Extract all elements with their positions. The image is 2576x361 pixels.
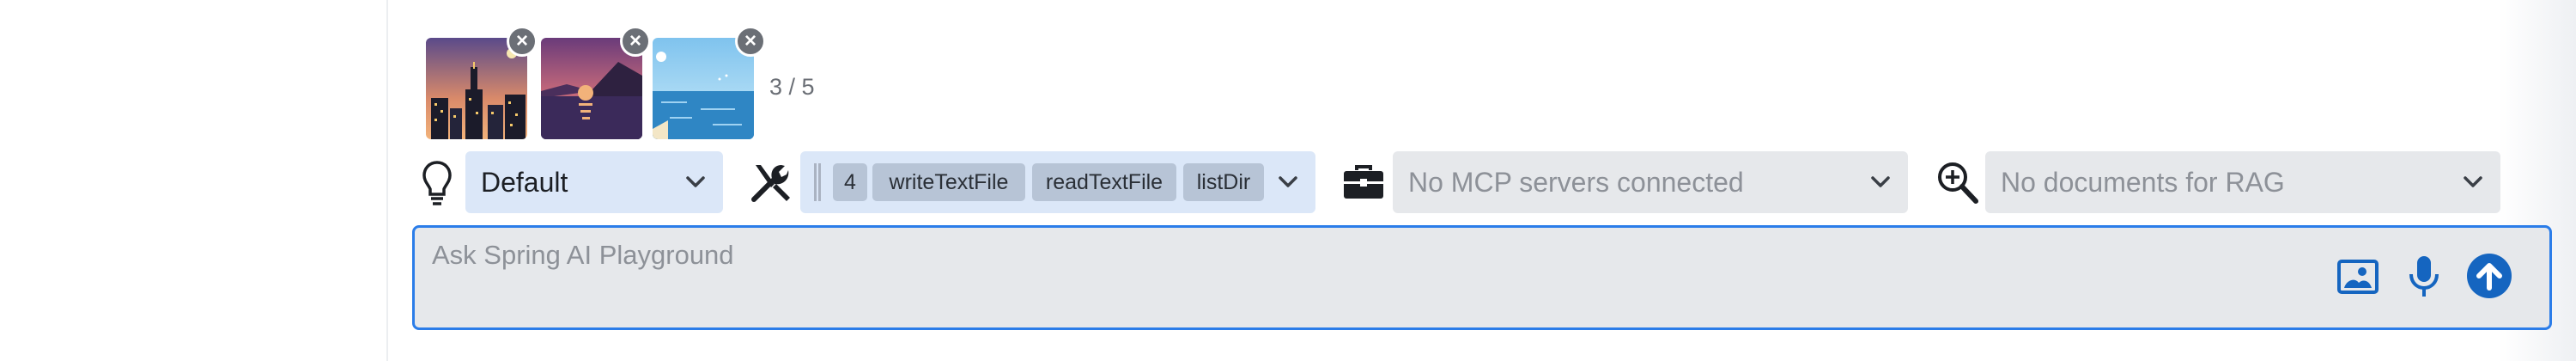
tools-icon	[747, 158, 795, 206]
sidebar-divider	[386, 0, 388, 361]
model-select[interactable]: Default	[465, 151, 723, 213]
tools-count-chip: 4	[833, 163, 867, 201]
toolbox-icon	[1341, 163, 1386, 201]
prompt-box	[412, 225, 2552, 330]
chevron-down-icon	[1276, 170, 1300, 199]
chevron-down-icon	[2461, 170, 2485, 199]
close-icon: ×	[629, 29, 641, 52]
mcp-servers-select[interactable]: No MCP servers connected	[1393, 151, 1908, 213]
chevron-down-icon	[1868, 170, 1893, 199]
mcp-servers-placeholder: No MCP servers connected	[1408, 166, 1744, 198]
remove-attachment-1-button[interactable]: ×	[507, 26, 538, 57]
rag-documents-select[interactable]: No documents for RAG	[1985, 151, 2500, 213]
chevron-down-icon	[683, 170, 708, 199]
microphone-icon[interactable]	[2407, 254, 2441, 300]
lightbulb-icon	[421, 160, 453, 208]
close-icon: ×	[515, 29, 528, 52]
rag-documents-placeholder: No documents for RAG	[2001, 166, 2285, 198]
tools-select[interactable]: 4 writeTextFile readTextFile listDir	[800, 151, 1315, 213]
tool-chip-listdir[interactable]: listDir	[1183, 163, 1264, 201]
image-upload-icon[interactable]	[2336, 257, 2379, 297]
document-search-icon	[1935, 158, 1980, 206]
beach-sea-thumbnail[interactable]	[653, 38, 754, 139]
send-icon[interactable]	[2465, 252, 2513, 300]
remove-attachment-2-button[interactable]: ×	[620, 26, 651, 57]
chip-scroll-indicator	[814, 163, 824, 201]
prompt-input[interactable]	[432, 238, 2321, 272]
remove-attachment-3-button[interactable]: ×	[735, 26, 766, 57]
close-icon: ×	[744, 29, 756, 52]
model-select-value: Default	[481, 166, 568, 198]
tool-chip-writetextfile[interactable]: writeTextFile	[872, 163, 1025, 201]
tool-chip-readtextfile[interactable]: readTextFile	[1032, 163, 1176, 201]
attachment-count: 3 / 5	[769, 74, 815, 100]
